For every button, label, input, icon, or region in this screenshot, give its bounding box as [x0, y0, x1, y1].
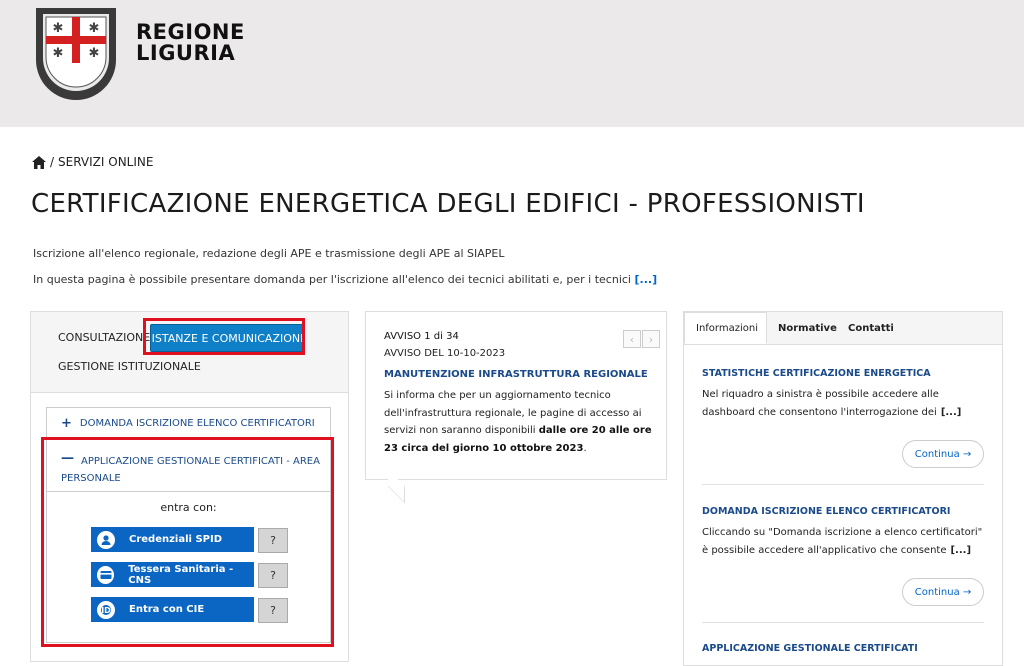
avviso-next-button[interactable]: ›: [642, 330, 660, 348]
accordion-domanda-iscrizione[interactable]: + DOMANDA ISCRIZIONE ELENCO CERTIFICATOR…: [46, 407, 331, 440]
section-divider: [702, 484, 984, 485]
section-text-body: Nel riquadro a sinistra è possibile acce…: [702, 389, 939, 418]
regione-liguria-logo[interactable]: ✱ ✱ ✱ ✱: [32, 4, 120, 108]
svg-text:✱: ✱: [89, 46, 100, 61]
expand-icon: +: [61, 416, 72, 431]
brand-line-2: LIGURIA: [136, 41, 236, 65]
brand-line-1: REGIONE: [136, 20, 245, 44]
brand-name[interactable]: REGIONE LIGURIA: [136, 22, 245, 64]
avviso-date: AVVISO DEL 10-10-2023: [384, 348, 506, 359]
highlight-istanze: [143, 318, 305, 355]
section-title[interactable]: DOMANDA ISCRIZIONE ELENCO CERTIFICATORI: [702, 506, 950, 517]
continua-button[interactable]: Continua →: [902, 578, 984, 606]
site-header: ✱ ✱ ✱ ✱ REGIONE LIGURIA: [0, 0, 1024, 127]
section-title[interactable]: STATISTICHE CERTIFICAZIONE ENERGETICA: [702, 368, 931, 379]
tab-consultazione[interactable]: CONSULTAZIONE: [58, 331, 150, 344]
svg-text:✱: ✱: [89, 21, 100, 36]
breadcrumb-current[interactable]: SERVIZI ONLINE: [58, 155, 153, 169]
page-intro-text: In questa pagina è possibile presentare …: [33, 273, 631, 286]
avviso-counter: AVVISO 1 di 34: [384, 331, 459, 342]
accordion-domanda-label: DOMANDA ISCRIZIONE ELENCO CERTIFICATORI: [79, 418, 315, 429]
svg-text:✱: ✱: [53, 46, 64, 61]
avviso-body-end: .: [583, 442, 587, 454]
section-text: Nel riquadro a sinistra è possibile acce…: [702, 386, 987, 422]
page-subtitle: Iscrizione all'elenco regionale, redazio…: [33, 247, 505, 260]
continua-button[interactable]: Continua →: [902, 440, 984, 468]
section-more-link[interactable]: [...]: [950, 545, 971, 556]
info-tabbar: Informazioni Normative Contatti: [684, 312, 1002, 345]
avviso-box: AVVISO 1 di 34 AVVISO DEL 10-10-2023 MAN…: [365, 311, 667, 504]
page-intro: In questa pagina è possibile presentare …: [33, 273, 657, 286]
section-text-body: Cliccando su "Domanda iscrizione a elenc…: [702, 527, 983, 556]
avviso-prev-button[interactable]: ‹: [623, 330, 641, 348]
avviso-body: Si informa che per un aggiornamento tecn…: [384, 387, 652, 457]
tab-normative[interactable]: Normative: [778, 312, 837, 344]
tab-contatti[interactable]: Contatti: [848, 312, 894, 344]
section-more-link[interactable]: [...]: [941, 407, 962, 418]
highlight-applicazione-gestionale: [41, 437, 334, 647]
tab-informazioni[interactable]: Informazioni: [684, 312, 767, 344]
section-title[interactable]: APPLICAZIONE GESTIONALE CERTIFICATI: [702, 643, 918, 654]
home-icon[interactable]: [32, 155, 46, 169]
speech-tail: [388, 469, 405, 504]
page-title: CERTIFICAZIONE ENERGETICA DEGLI EDIFICI …: [31, 189, 865, 219]
svg-text:✱: ✱: [53, 21, 64, 36]
section-text: Cliccando su "Domanda iscrizione a elenc…: [702, 524, 987, 560]
section-divider: [702, 622, 984, 623]
avviso-title[interactable]: MANUTENZIONE INFRASTRUTTURA REGIONALE: [384, 369, 648, 380]
info-panel: Informazioni Normative Contatti STATISTI…: [683, 311, 1003, 666]
breadcrumb: / SERVIZI ONLINE: [32, 155, 153, 169]
breadcrumb-separator: /: [50, 155, 55, 169]
intro-more-link[interactable]: [...]: [635, 273, 658, 286]
tab-gestione-istituzionale[interactable]: GESTIONE ISTITUZIONALE: [58, 360, 201, 373]
